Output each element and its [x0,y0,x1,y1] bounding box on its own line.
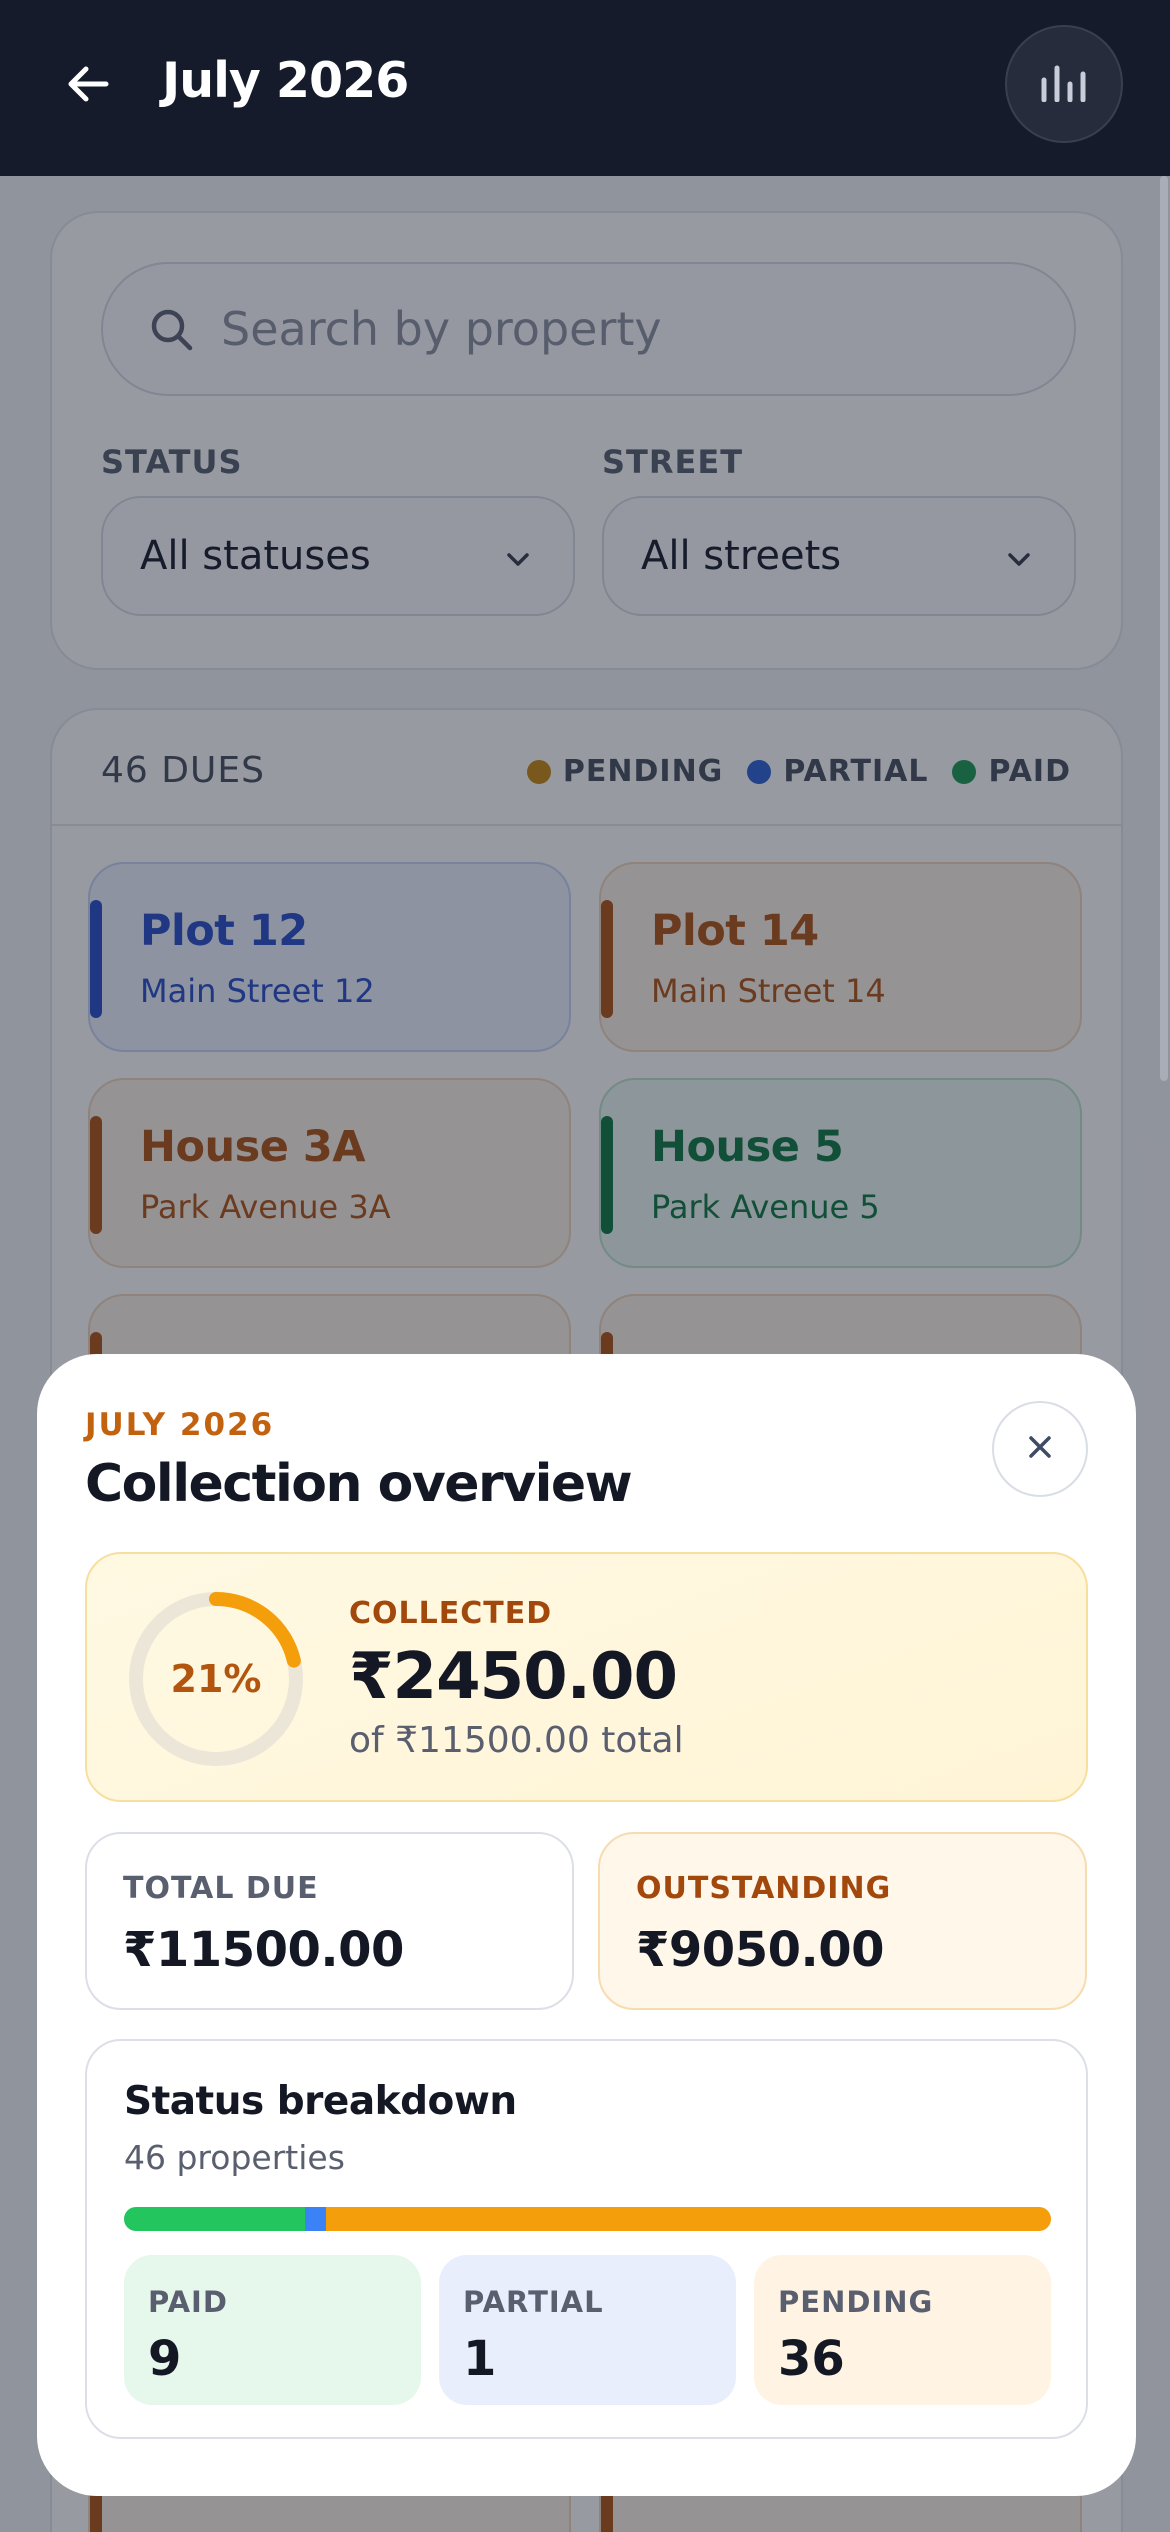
stats-button[interactable] [1005,25,1123,143]
bar-chart-icon [1037,62,1091,106]
partial-label: PARTIAL [463,2285,604,2319]
page-title: July 2026 [162,52,409,109]
pending-label: PENDING [778,2285,934,2319]
back-button[interactable] [52,50,124,122]
close-button[interactable] [992,1401,1088,1497]
collected-total-text: of ₹11500.00 total [349,1720,684,1761]
app-bar: July 2026 [0,0,1170,176]
paid-count: 9 [148,2331,182,2387]
pending-tile: PENDING 36 [754,2255,1051,2405]
arrow-left-icon [62,58,114,114]
breakdown-tiles: PAID 9 PARTIAL 1 PENDING 36 [124,2255,1051,2405]
total-due-label: TOTAL DUE [123,1871,319,1906]
pending-segment [325,2207,1051,2231]
pending-count: 36 [778,2331,845,2387]
close-icon [1023,1430,1057,1468]
paid-segment [124,2207,306,2231]
partial-segment [305,2207,326,2231]
breakdown-title: Status breakdown [124,2079,517,2124]
collected-label: COLLECTED [349,1596,553,1631]
total-due-card: TOTAL DUE ₹11500.00 [85,1832,574,2010]
breakdown-subtitle: 46 properties [124,2138,345,2177]
period-label: JULY 2026 [85,1407,275,1443]
outstanding-value: ₹9050.00 [636,1922,885,1978]
sheet-title: Collection overview [85,1454,633,1514]
total-due-value: ₹11500.00 [123,1922,404,1978]
collected-card: 21% COLLECTED ₹2450.00 of ₹11500.00 tota… [85,1552,1088,1802]
scrollbar[interactable] [1160,176,1168,1081]
outstanding-card: OUTSTANDING ₹9050.00 [598,1832,1087,2010]
collection-overview-sheet: JULY 2026 Collection overview 21% COLLEC… [37,1354,1136,2496]
outstanding-label: OUTSTANDING [636,1871,892,1906]
collected-percent: 21% [170,1657,262,1701]
paid-label: PAID [148,2285,228,2319]
paid-tile: PAID 9 [124,2255,421,2405]
status-breakdown-card: Status breakdown 46 properties PAID 9 PA… [85,2039,1088,2439]
collected-amount: ₹2450.00 [349,1640,678,1714]
partial-count: 1 [463,2331,497,2387]
status-distribution-bar [124,2207,1051,2231]
partial-tile: PARTIAL 1 [439,2255,736,2405]
